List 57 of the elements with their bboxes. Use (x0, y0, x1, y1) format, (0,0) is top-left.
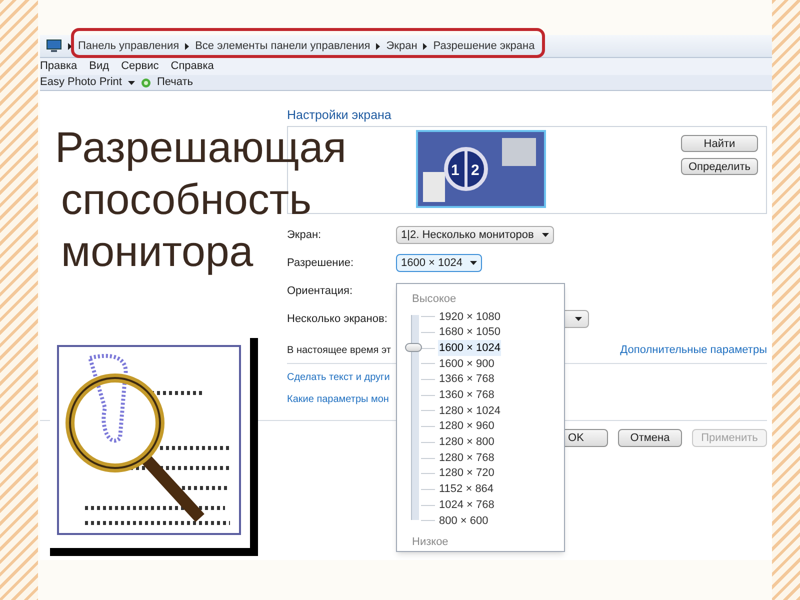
low-label: Низкое (412, 534, 450, 548)
slide-title-line: монитора (61, 227, 254, 278)
resolution-option[interactable]: 1600 × 1024 (438, 340, 502, 356)
dropdown-arrow-icon (575, 317, 582, 321)
dropdown-arrow-icon (128, 80, 135, 84)
chevron-right-icon (68, 42, 72, 50)
resolution-option[interactable]: 1680 × 1050 (438, 324, 502, 341)
breadcrumb-link[interactable]: Разрешение экрана (433, 38, 535, 54)
resolution-option[interactable]: 1152 × 864 (438, 481, 495, 498)
section-title: Настройки экрана (287, 107, 392, 123)
display-number: 2 (471, 161, 480, 181)
chevron-right-icon (185, 42, 190, 50)
breadcrumb-link[interactable]: Все элементы панели управления (195, 38, 370, 54)
resolution-option[interactable]: 1280 × 768 (438, 450, 496, 466)
dropdown-arrow-icon (542, 233, 549, 237)
dropdown[interactable]: 1|2. Несколько мониторов (396, 226, 554, 244)
resolution-option[interactable]: 1360 × 768 (438, 387, 496, 404)
breadcrumb-link[interactable]: Панель управления (78, 38, 180, 54)
dropdown-arrow-icon (470, 261, 478, 265)
print-status-icon (140, 78, 151, 88)
breadcrumb-link[interactable]: Экран (386, 38, 418, 54)
advanced-settings-link[interactable]: Дополнительные параметры (620, 342, 767, 358)
field-label: Экран: (287, 228, 322, 243)
resolution-option[interactable]: 1366 × 768 (438, 371, 496, 388)
high-label: Высокое (412, 292, 458, 305)
chevron-right-icon (423, 42, 428, 50)
slider-thumb[interactable] (405, 342, 422, 352)
resolution-option[interactable]: 1280 × 720 (438, 465, 496, 482)
resolution-option[interactable]: 1280 × 1024 (438, 402, 502, 420)
settings-link[interactable]: Какие параметры мон (287, 392, 389, 408)
menu-item[interactable]: Справка (170, 58, 214, 75)
display-number: 1 (451, 161, 460, 181)
field-label: Несколько экранов: (287, 312, 388, 327)
slide-title-line: Разрешающая (55, 123, 346, 174)
slide-title-line: способность (61, 175, 312, 226)
resolution-option[interactable]: 1280 × 960 (438, 418, 496, 435)
resolution-option[interactable]: 800 × 600 (438, 512, 490, 530)
resolution-option[interactable]: 1024 × 768 (438, 496, 496, 514)
menu-item[interactable]: Вид (89, 58, 110, 75)
dropdown[interactable]: 1600 × 1024 (396, 254, 482, 272)
resolution-option[interactable]: 1600 × 900 (438, 356, 496, 372)
chevron-right-icon (376, 42, 380, 50)
monitor-thumbnail[interactable]: 1 2 (416, 130, 546, 208)
computer-icon (46, 39, 62, 53)
dialog-button[interactable]: Отмена (618, 429, 682, 447)
menu-item[interactable]: Правка (40, 58, 78, 75)
menu-item[interactable]: Сервис (121, 58, 159, 75)
monitor-button[interactable]: Найти (681, 135, 758, 152)
status-text: В настоящее время эт (287, 344, 391, 358)
monitor-button[interactable]: Определить (681, 158, 758, 175)
resolution-option[interactable]: 1280 × 800 (438, 434, 496, 451)
resolution-option[interactable]: 1920 × 1080 (438, 308, 502, 326)
field-label: Ориентация: (287, 284, 354, 299)
toolbar-button[interactable]: Печать (156, 74, 193, 91)
toolbar-button[interactable]: Easy Photo Print (40, 74, 122, 91)
settings-link[interactable]: Сделать текст и други (287, 370, 390, 386)
field-label: Разрешение: (287, 256, 355, 271)
